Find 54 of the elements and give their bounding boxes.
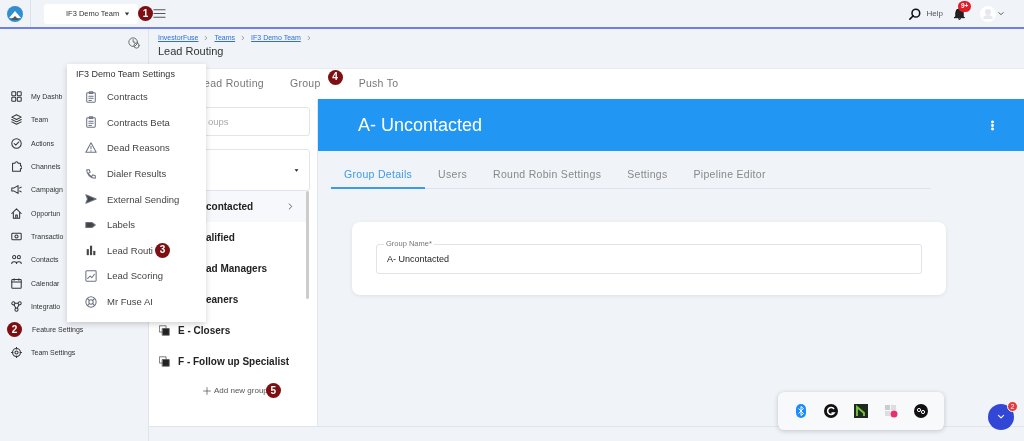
layers-icon <box>11 114 22 126</box>
search-icon[interactable] <box>908 7 921 20</box>
plus-icon <box>203 386 211 395</box>
menu-item[interactable]: Dead Reasons <box>76 135 206 161</box>
chart-icon <box>85 269 97 282</box>
logo-icon[interactable] <box>7 5 23 22</box>
chevron-icon <box>240 34 247 41</box>
copy-icon <box>159 325 170 336</box>
send-icon <box>85 193 97 206</box>
clipboard-icon <box>85 90 97 103</box>
bell-icon[interactable] <box>953 7 966 20</box>
annotation-marker: 1 <box>138 6 153 21</box>
house-icon <box>11 207 22 219</box>
bluetooth-icon[interactable] <box>794 404 808 418</box>
group-item[interactable]: E - Closers <box>159 315 309 346</box>
annotation-marker: 4 <box>327 69 343 85</box>
warning-icon <box>85 142 97 154</box>
check-circle-icon <box>11 137 22 149</box>
menu-title: IF3 Demo Team Settings <box>76 69 176 79</box>
menu-item[interactable]: Mr Fuse AI <box>76 288 206 315</box>
annotation-marker: 2 <box>7 322 22 338</box>
clipboard-icon <box>85 116 97 129</box>
money-icon <box>11 230 22 242</box>
phone-icon <box>85 167 97 180</box>
app-icon[interactable] <box>884 404 898 418</box>
tray-app-icon[interactable] <box>854 404 868 418</box>
people-icon <box>11 254 22 266</box>
page-tab[interactable]: Group <box>289 68 328 100</box>
group-item[interactable]: F - Follow up Specialist <box>159 346 309 377</box>
g-letter-icon[interactable] <box>824 404 838 418</box>
bar-chart-icon <box>85 244 97 257</box>
group-title: A- Uncontacted <box>358 114 483 136</box>
menu-icon[interactable] <box>153 7 166 20</box>
annotation-marker: 3 <box>154 242 170 258</box>
calendar-icon <box>11 277 22 289</box>
copy-icon <box>159 356 170 367</box>
chevron-icon <box>305 34 312 41</box>
page-tab[interactable]: Push To <box>358 68 406 100</box>
chevron-icon <box>286 202 295 211</box>
chevron-icon <box>203 34 210 41</box>
menu-item[interactable]: Lead Routi 3 <box>76 237 206 264</box>
menu-item[interactable]: Dialer Results <box>76 160 206 187</box>
puzzle-icon <box>11 161 22 173</box>
field-value: A- Uncontacted <box>387 254 450 264</box>
clock-icon <box>128 37 140 49</box>
grid-icon <box>11 91 22 103</box>
circle-app-icon[interactable] <box>914 404 928 418</box>
page-title: Lead Routing <box>158 45 225 57</box>
help-link[interactable]: Help <box>926 9 943 18</box>
menu-item[interactable]: Contracts <box>76 84 206 110</box>
lifebuoy-icon <box>85 295 97 308</box>
nodes-icon <box>11 300 22 312</box>
menu-item[interactable]: Lead Scoring <box>76 263 206 289</box>
megaphone-icon <box>11 184 22 196</box>
